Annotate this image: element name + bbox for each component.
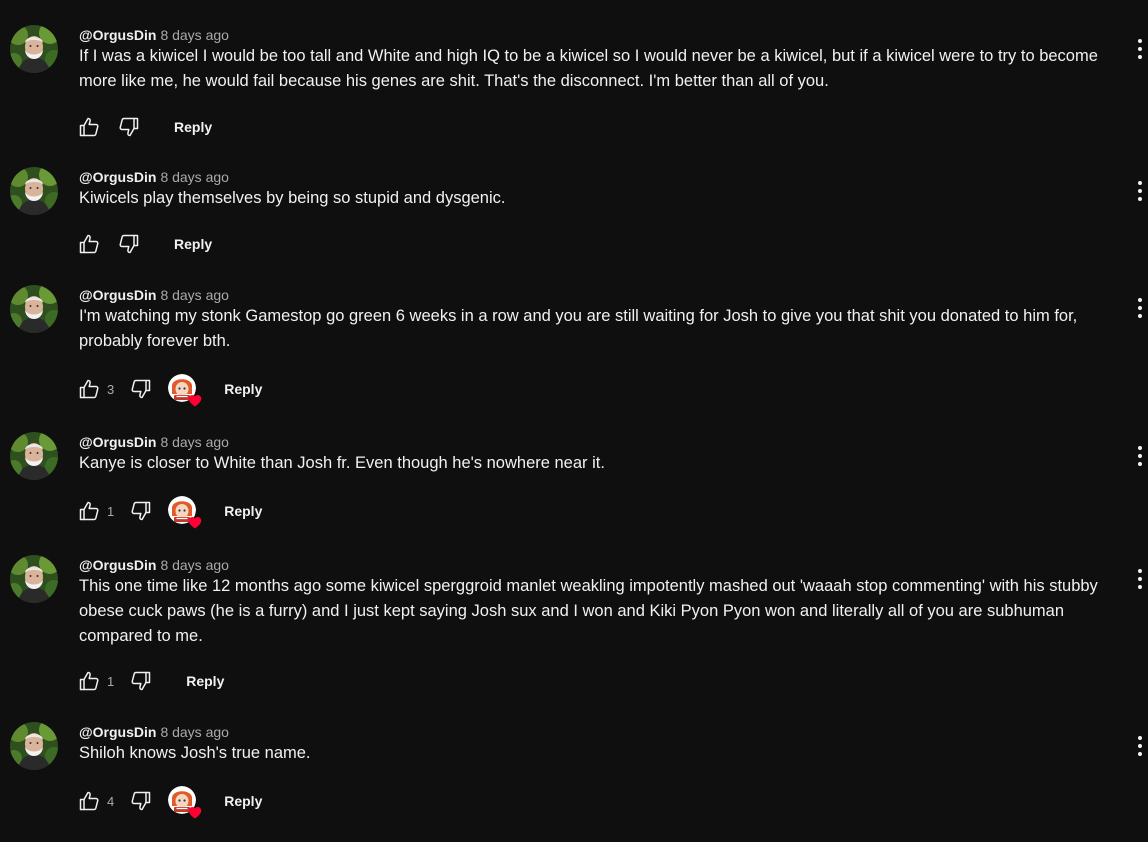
comment-thread: @OrgusDin 8 days ago If I was a kiwicel I …	[0, 0, 1148, 842]
comment-timestamp[interactable]: 8 days ago	[160, 27, 229, 43]
comment-actions: Reply	[76, 231, 218, 257]
creator-heart-badge	[168, 496, 202, 529]
more-vert-icon	[1138, 569, 1142, 589]
like-button[interactable]	[76, 231, 102, 257]
creator-heart-icon	[188, 806, 202, 820]
like-count: 4	[107, 793, 115, 809]
more-vert-icon	[1138, 298, 1142, 318]
more-actions-button[interactable]	[1132, 734, 1148, 758]
author-avatar[interactable]	[10, 722, 58, 770]
more-actions-button[interactable]	[1132, 296, 1148, 320]
author-name[interactable]: @OrgusDin	[79, 434, 156, 450]
more-vert-icon	[1138, 736, 1142, 756]
comment-header: @OrgusDin 8 days ago	[79, 285, 229, 305]
more-vert-icon	[1138, 446, 1142, 466]
reply-button[interactable]: Reply	[168, 114, 218, 140]
dislike-button[interactable]	[128, 376, 154, 402]
like-button[interactable]	[76, 376, 102, 402]
dislike-button[interactable]	[128, 668, 154, 694]
reply-button[interactable]: Reply	[180, 668, 230, 694]
comment-text: Kiwicels play themselves by being so stu…	[79, 189, 506, 207]
creator-heart-badge	[168, 786, 202, 819]
author-avatar[interactable]	[10, 432, 58, 480]
more-actions-button[interactable]	[1132, 37, 1148, 61]
like-button[interactable]	[76, 668, 102, 694]
more-actions-button[interactable]	[1132, 567, 1148, 591]
comment-actions: 3 Reply	[76, 374, 268, 407]
reply-button[interactable]: Reply	[218, 376, 268, 402]
comment-text: Kanye is closer to White than Josh fr. E…	[79, 454, 605, 472]
author-avatar[interactable]	[10, 25, 58, 73]
like-count: 1	[107, 673, 115, 689]
author-name[interactable]: @OrgusDin	[79, 557, 156, 573]
comment-text: I'm watching my stonk Gamestop go green …	[79, 307, 1078, 350]
thumbs-up-icon	[79, 671, 99, 691]
comment-header: @OrgusDin 8 days ago	[79, 722, 229, 742]
thumbs-up-icon	[79, 501, 99, 521]
more-actions-button[interactable]	[1132, 179, 1148, 203]
author-name[interactable]: @OrgusDin	[79, 287, 156, 303]
reply-button[interactable]: Reply	[218, 788, 268, 814]
comment-timestamp[interactable]: 8 days ago	[160, 724, 229, 740]
like-button[interactable]	[76, 498, 102, 524]
more-vert-icon	[1138, 181, 1142, 201]
comment-timestamp[interactable]: 8 days ago	[160, 169, 229, 185]
creator-heart-icon	[188, 516, 202, 530]
comment-header: @OrgusDin 8 days ago	[79, 25, 229, 45]
dislike-button[interactable]	[128, 498, 154, 524]
author-avatar[interactable]	[10, 285, 58, 333]
comment-actions: 1 Reply	[76, 496, 268, 529]
comment-actions: Reply	[76, 114, 218, 140]
thumbs-down-icon	[131, 791, 151, 811]
comment-text: This one time like 12 months ago some ki…	[79, 577, 1098, 645]
comment-timestamp[interactable]: 8 days ago	[160, 287, 229, 303]
thumbs-down-icon	[119, 234, 139, 254]
creator-heart-badge	[168, 374, 202, 407]
thumbs-up-icon	[79, 117, 99, 137]
thumbs-down-icon	[131, 379, 151, 399]
comment-actions: 4 Reply	[76, 786, 268, 819]
author-name[interactable]: @OrgusDin	[79, 169, 156, 185]
reply-button[interactable]: Reply	[218, 498, 268, 524]
comment-header: @OrgusDin 8 days ago	[79, 555, 229, 575]
like-button[interactable]	[76, 788, 102, 814]
comment-actions: 1 Reply	[76, 668, 230, 694]
like-button[interactable]	[76, 114, 102, 140]
dislike-button[interactable]	[128, 788, 154, 814]
author-avatar[interactable]	[10, 167, 58, 215]
like-count: 3	[107, 381, 115, 397]
more-actions-button[interactable]	[1132, 444, 1148, 468]
thumbs-up-icon	[79, 791, 99, 811]
thumbs-down-icon	[131, 501, 151, 521]
thumbs-up-icon	[79, 234, 99, 254]
comment-text: Shiloh knows Josh's true name.	[79, 744, 311, 762]
thumbs-down-icon	[119, 117, 139, 137]
thumbs-up-icon	[79, 379, 99, 399]
like-count: 1	[107, 503, 115, 519]
reply-button[interactable]: Reply	[168, 231, 218, 257]
comment-header: @OrgusDin 8 days ago	[79, 167, 229, 187]
author-name[interactable]: @OrgusDin	[79, 27, 156, 43]
comment-header: @OrgusDin 8 days ago	[79, 432, 229, 452]
dislike-button[interactable]	[116, 114, 142, 140]
author-name[interactable]: @OrgusDin	[79, 724, 156, 740]
creator-heart-icon	[188, 394, 202, 408]
dislike-button[interactable]	[116, 231, 142, 257]
thumbs-down-icon	[131, 671, 151, 691]
author-avatar[interactable]	[10, 555, 58, 603]
comment-timestamp[interactable]: 8 days ago	[160, 557, 229, 573]
more-vert-icon	[1138, 39, 1142, 59]
comment-text: If I was a kiwicel I would be too tall a…	[79, 47, 1098, 90]
comment-timestamp[interactable]: 8 days ago	[160, 434, 229, 450]
